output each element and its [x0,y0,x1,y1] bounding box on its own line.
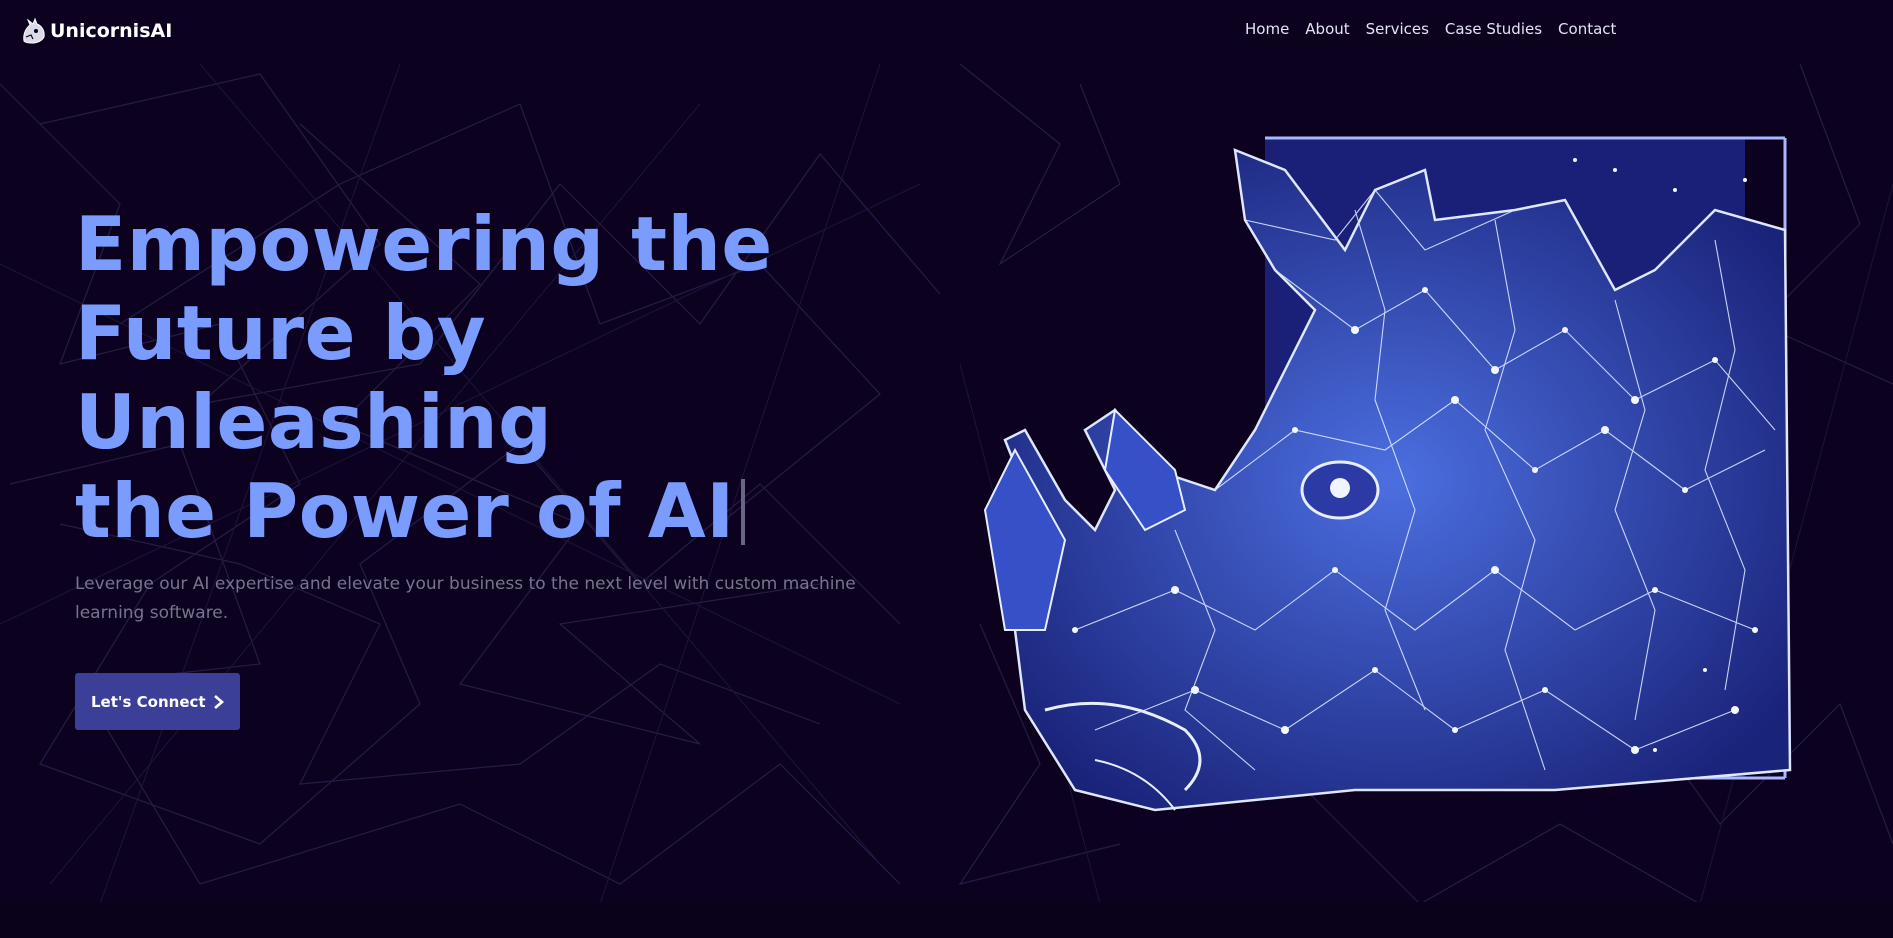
nav-home[interactable]: Home [1245,20,1289,38]
nav-case-studies[interactable]: Case Studies [1445,20,1542,38]
main-nav: Home About Services Case Studies Contact [1245,20,1616,38]
hero-title-line-1: Empowering the [75,200,773,288]
hero-title-line-3: the Power of AI [75,467,735,555]
bottom-strip [0,902,1893,938]
chevron-right-icon [213,694,224,709]
rhino-head-icon [23,17,45,44]
landing-page: UnicornisAI Home About Services Case Stu… [0,0,1893,938]
nav-about[interactable]: About [1305,20,1349,38]
geometric-rhino-illustration [983,136,1792,812]
cta-label: Let's Connect [91,692,206,711]
brand-logo[interactable]: UnicornisAI [20,17,172,45]
hero-section: Empowering the Future by Unleashing the … [75,200,895,730]
lets-connect-button[interactable]: Let's Connect [75,673,240,730]
brand-name: UnicornisAI [50,20,173,42]
hero-title: Empowering the Future by Unleashing the … [75,200,895,556]
hero-title-line-2: Future by Unleashing [75,289,553,466]
typing-cursor [740,479,745,545]
nav-services[interactable]: Services [1366,20,1429,38]
top-navbar: UnicornisAI Home About Services Case Stu… [0,0,1893,62]
hero-subtitle: Leverage our AI expertise and elevate yo… [75,574,856,623]
nav-contact[interactable]: Contact [1558,20,1616,38]
